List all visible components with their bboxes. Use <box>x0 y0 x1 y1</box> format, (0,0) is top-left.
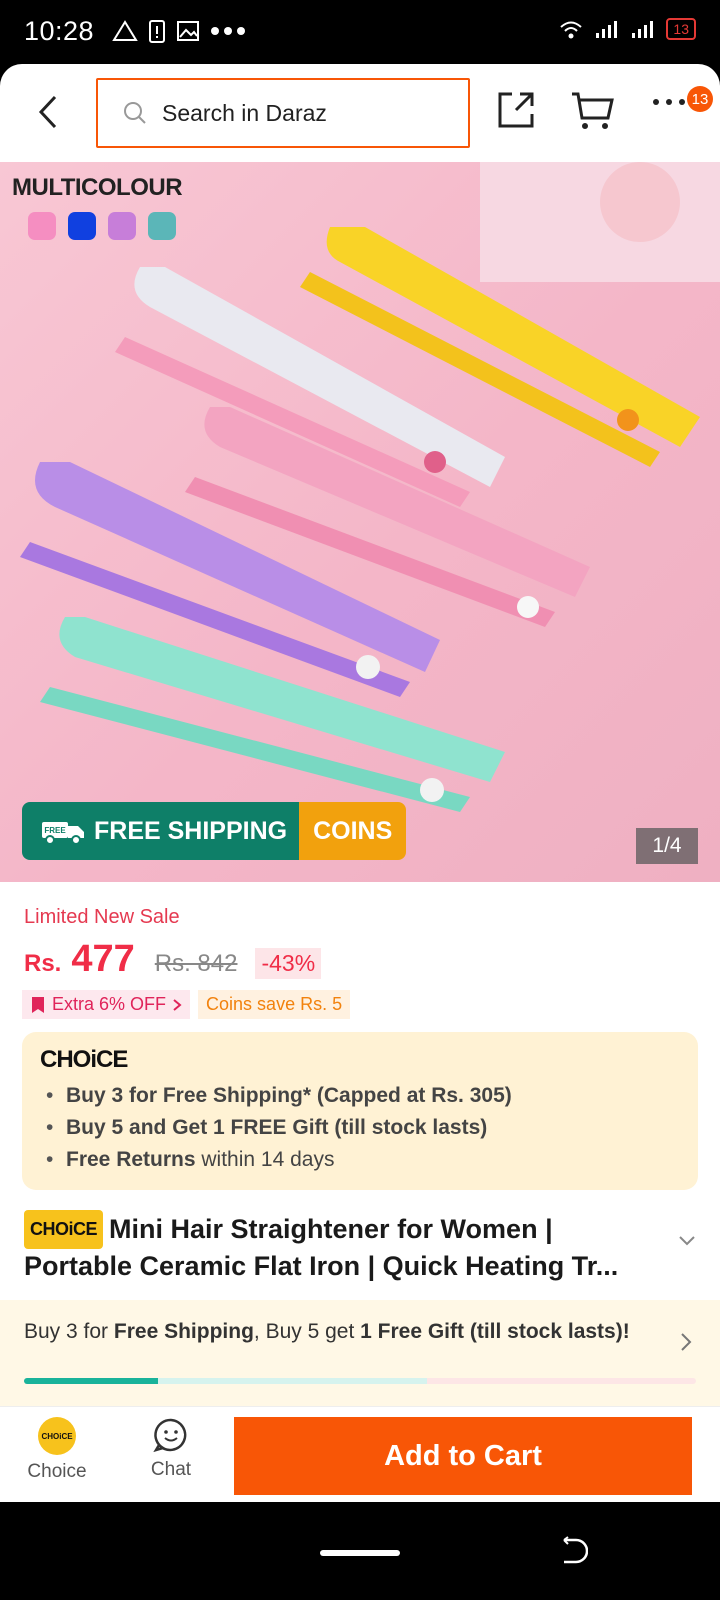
choice-nav-button[interactable]: CHOiCE Choice <box>18 1417 96 1483</box>
choice-icon: CHOiCE <box>38 1417 76 1455</box>
warning-icon <box>112 20 138 41</box>
extra-off-voucher[interactable]: Extra 6% OFF <box>22 990 191 1019</box>
product-details: Limited New Sale Rs. 477 Rs. 842 -43% Ex… <box>0 882 720 1300</box>
choice-benefit-list: Buy 3 for Free Shipping* (Capped at Rs. … <box>40 1080 680 1176</box>
app-header: Search in Daraz 13 <box>0 64 720 162</box>
wifi-icon <box>560 21 583 39</box>
coins-save-badge: Coins save Rs. 5 <box>198 990 351 1019</box>
chat-nav-button[interactable]: Chat <box>132 1417 210 1481</box>
more-button[interactable] <box>652 94 686 112</box>
free-shipping-badge: FREE FREE SHIPPING COINS <box>22 802 407 860</box>
choice-benefit-item: Free Returns within 14 days <box>40 1144 680 1176</box>
more-notifications-icon <box>211 27 245 35</box>
discount-badge: -43% <box>255 948 322 979</box>
original-price: Rs. 842 <box>154 950 238 977</box>
extra-off-text: Extra 6% OFF <box>52 994 167 1014</box>
choice-nav-label: Choice <box>27 1461 87 1482</box>
status-bar: 10:28 13 <box>0 0 720 64</box>
swatch-pink <box>28 212 56 240</box>
choice-benefit-item: Buy 3 for Free Shipping* (Capped at Rs. … <box>40 1080 680 1112</box>
status-system: 13 <box>558 18 696 40</box>
limited-sale-label: Limited New Sale <box>24 906 180 928</box>
back-button[interactable] <box>28 90 68 134</box>
search-input[interactable]: Search in Daraz <box>96 78 470 148</box>
price-row: Rs. 477 Rs. 842 -43% <box>24 938 322 981</box>
swatch-blue <box>68 212 96 240</box>
swatch-teal <box>148 212 176 240</box>
product-photo-illustration <box>20 162 720 812</box>
image-icon <box>177 21 199 41</box>
pink-straightener <box>185 407 590 627</box>
color-swatches <box>28 212 176 240</box>
bottom-action-bar: CHOiCE Choice Chat Add to Cart <box>0 1406 720 1502</box>
cart-icon <box>572 92 614 129</box>
battery-alert-icon <box>149 20 165 43</box>
status-notifications <box>112 18 246 44</box>
progress-fill <box>24 1378 159 1384</box>
free-shipping-text: FREE SHIPPING <box>94 816 288 845</box>
share-button[interactable] <box>496 90 536 135</box>
chevron-right-icon <box>173 998 182 1011</box>
rotate-icon <box>563 1536 589 1564</box>
system-navigation-bar <box>0 1502 720 1600</box>
search-placeholder: Search in Daraz <box>162 99 327 126</box>
status-time: 10:28 <box>24 16 95 46</box>
product-title-text: Mini Hair Straightener for Women | Porta… <box>24 1214 619 1281</box>
price-value: 477 <box>71 938 135 980</box>
signal-icon-2 <box>632 21 654 38</box>
choice-tag: CHOiCE <box>24 1210 104 1249</box>
promo-progress-bar <box>24 1378 696 1384</box>
choice-benefit-item: Buy 5 and Get 1 FREE Gift (till stock la… <box>40 1112 680 1144</box>
progress-track-mid <box>158 1378 428 1384</box>
promo-banner-text: Buy 3 for Free Shipping, Buy 5 get 1 Fre… <box>24 1320 630 1343</box>
voucher-icon <box>32 996 44 1013</box>
battery-indicator: 13 <box>666 18 696 40</box>
choice-benefits: CHOiCE Buy 3 for Free Shipping* (Capped … <box>22 1032 698 1190</box>
chevron-right-icon <box>681 1333 692 1351</box>
add-to-cart-button[interactable]: Add to Cart <box>234 1417 692 1495</box>
price-currency: Rs. <box>24 950 62 977</box>
expand-title-button[interactable] <box>678 1234 696 1252</box>
rotate-button[interactable] <box>558 1536 589 1571</box>
product-title[interactable]: CHOiCE Mini Hair Straightener for Women |… <box>24 1210 664 1284</box>
promo-banner-chevron <box>680 1332 692 1357</box>
share-icon <box>498 92 534 128</box>
chat-icon <box>153 1418 187 1453</box>
promo-row: Extra 6% OFF Coins save Rs. 5 <box>22 990 351 1019</box>
cart-button[interactable] <box>570 90 614 137</box>
chevron-down-icon <box>679 1236 695 1246</box>
search-icon <box>124 102 146 124</box>
coins-label: COINS <box>299 802 407 860</box>
more-icon <box>653 99 685 105</box>
chevron-left-icon <box>38 95 57 129</box>
truck-icon: FREE <box>42 822 84 845</box>
shipping-promo-banner[interactable]: Buy 3 for Free Shipping, Buy 5 get 1 Fre… <box>0 1300 720 1406</box>
image-pager: 1/4 <box>636 828 698 864</box>
free-badge-text: FREE <box>44 826 66 835</box>
choice-logo: CHOiCE <box>40 1046 128 1073</box>
signal-icon <box>596 21 618 38</box>
variant-label: MULTICOLOUR <box>12 174 183 201</box>
home-gesture-pill[interactable] <box>320 1550 400 1556</box>
swatch-purple <box>108 212 136 240</box>
notification-badge: 13 <box>687 86 713 112</box>
product-image[interactable]: MULTICOLOUR FREE FREE SHIPPING COINS 1/4 <box>0 162 720 882</box>
chat-nav-label: Chat <box>150 1459 192 1480</box>
